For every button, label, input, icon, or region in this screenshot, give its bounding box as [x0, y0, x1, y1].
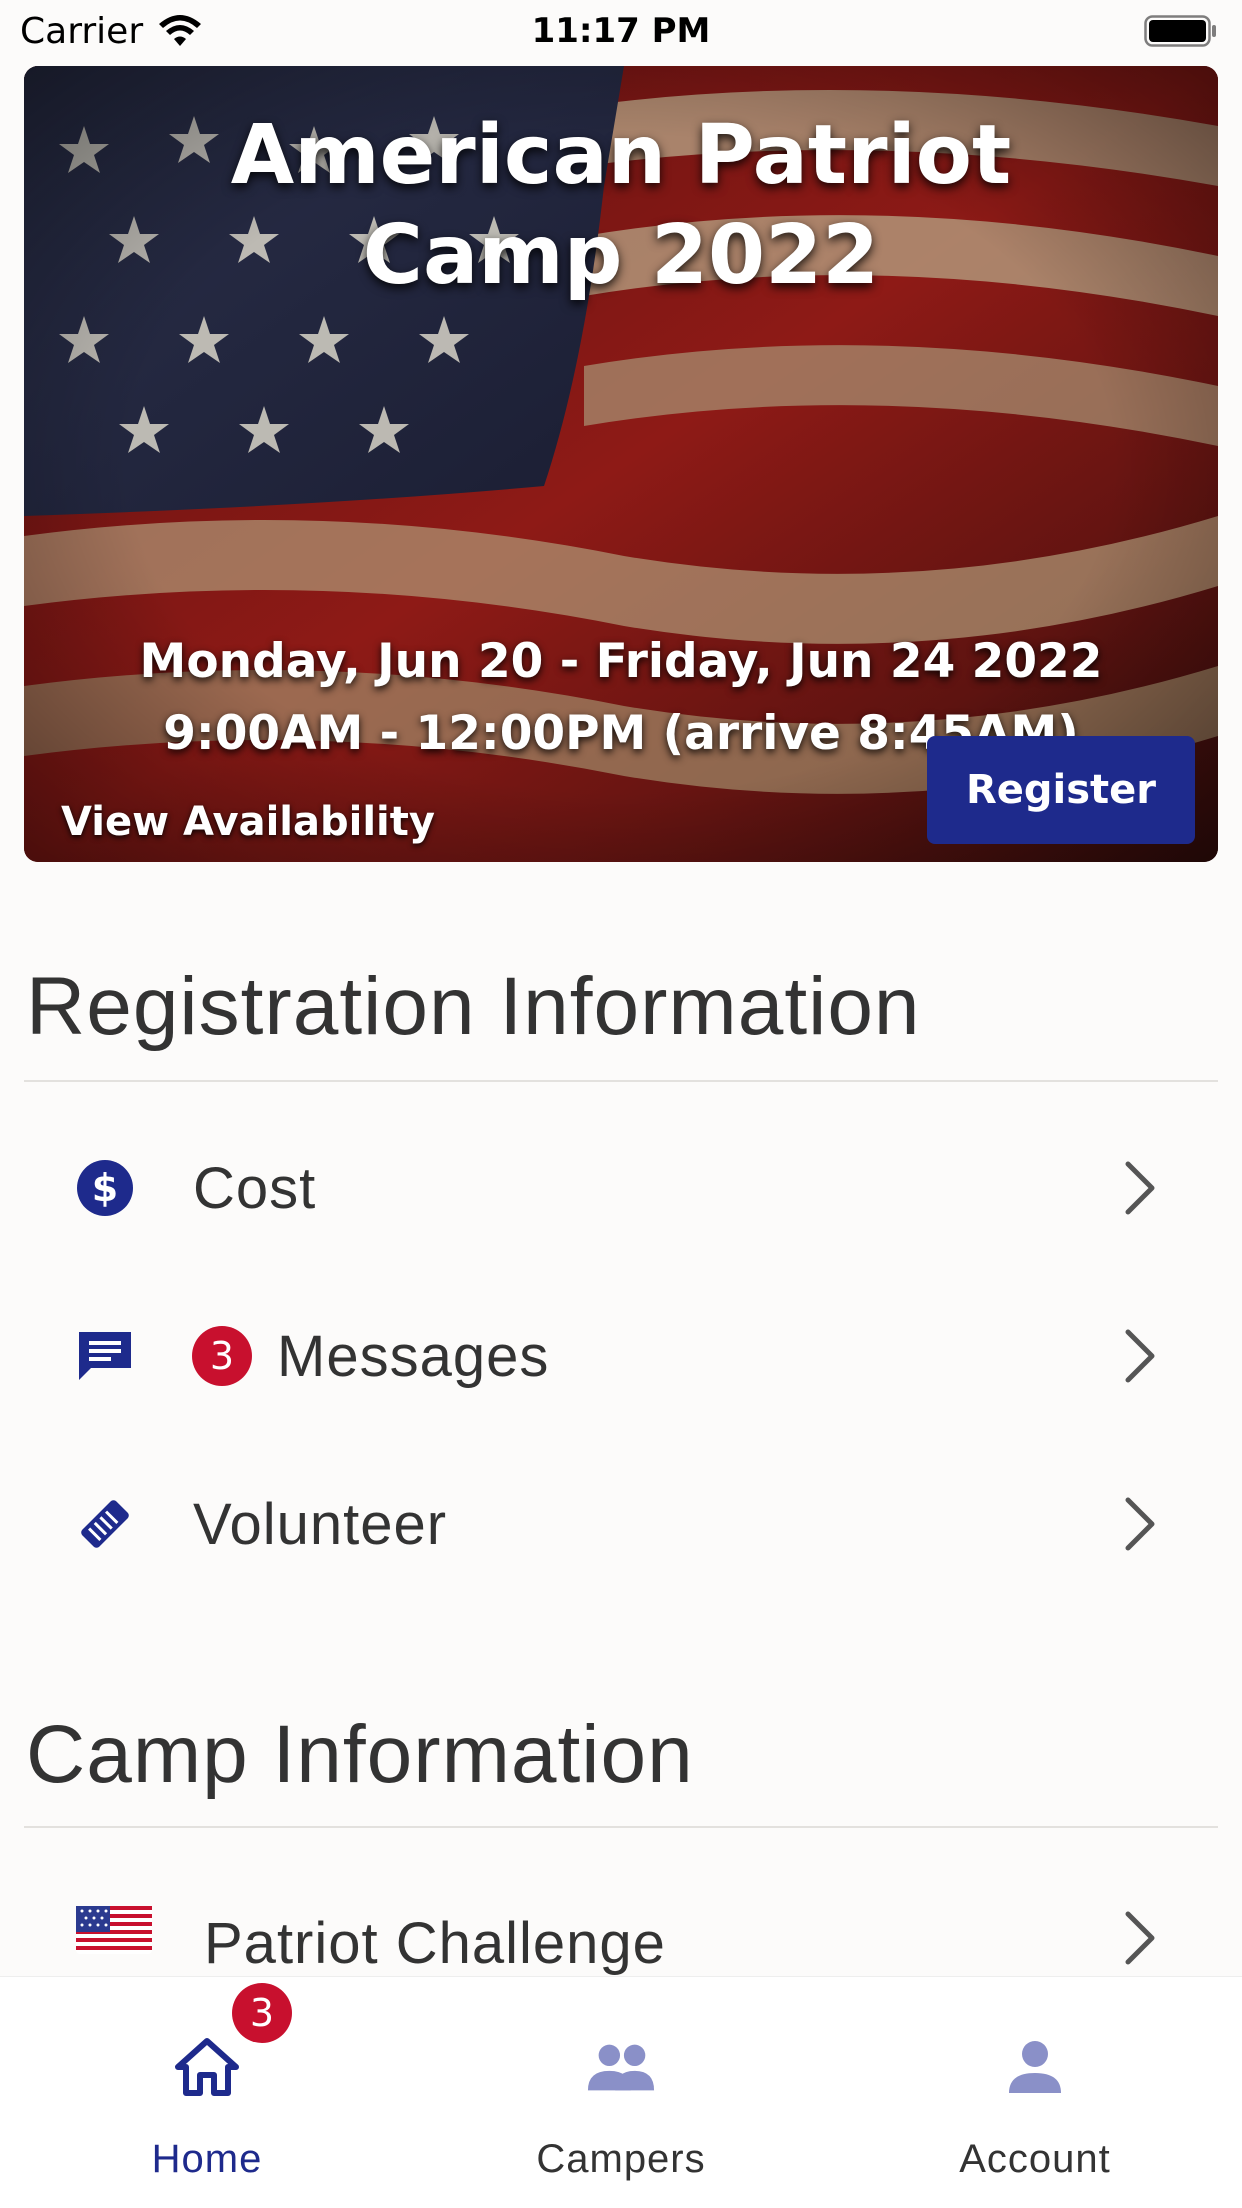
chevron-right-icon — [1125, 1161, 1155, 1215]
home-icon — [172, 2037, 242, 2097]
camp-hero-card: American Patriot Camp 2022 Monday, Jun 2… — [24, 66, 1218, 862]
view-availability-link[interactable]: View Availability — [61, 799, 435, 845]
tab-bar: 3 Home Campers Account — [0, 1976, 1242, 2208]
camp-section-title: Camp Information — [26, 1709, 694, 1800]
chevron-right-icon — [1125, 1329, 1155, 1383]
tab-label: Campers — [536, 2137, 706, 2181]
tab-account[interactable]: Account — [828, 1977, 1242, 2208]
list-item-label: Cost — [193, 1155, 317, 1221]
carrier-label: Carrier — [20, 10, 144, 52]
list-item-label: Messages — [277, 1323, 550, 1389]
message-icon — [74, 1325, 136, 1387]
list-item-patriot-challenge[interactable]: Patriot Challenge — [0, 1850, 1242, 1976]
divider — [24, 1080, 1218, 1082]
dollar-icon: $ — [74, 1157, 136, 1219]
list-item-volunteer[interactable]: Volunteer — [0, 1440, 1242, 1608]
people-icon — [586, 2037, 656, 2097]
tab-campers[interactable]: Campers — [414, 1977, 828, 2208]
register-button[interactable]: Register — [927, 736, 1195, 844]
svg-text:$: $ — [92, 1166, 118, 1210]
list-item-messages[interactable]: 3 Messages — [0, 1272, 1242, 1440]
tab-home[interactable]: 3 Home — [0, 1977, 414, 2208]
battery-icon — [1144, 15, 1218, 47]
chevron-right-icon — [1125, 1911, 1155, 1965]
list-item-label: Volunteer — [193, 1491, 448, 1557]
registration-section-title: Registration Information — [26, 961, 921, 1052]
camp-title: American Patriot Camp 2022 — [230, 108, 1012, 303]
list-item-label: Patriot Challenge — [204, 1911, 666, 1976]
status-bar: Carrier 11:17 PM — [0, 0, 1242, 62]
handshake-icon — [74, 1493, 136, 1555]
tab-label: Home — [151, 2137, 263, 2181]
wifi-icon — [157, 14, 203, 48]
divider — [24, 1826, 1218, 1828]
camp-dates: Monday, Jun 20 - Friday, Jun 24 2022 — [139, 634, 1103, 689]
us-flag-icon — [76, 1906, 152, 1954]
messages-badge: 3 — [192, 1326, 252, 1386]
tab-label: Account — [959, 2137, 1111, 2181]
person-icon — [1000, 2037, 1070, 2097]
status-left: Carrier — [20, 11, 203, 52]
list-item-cost[interactable]: $ Cost — [0, 1104, 1242, 1272]
home-badge: 3 — [232, 1983, 292, 2043]
chevron-right-icon — [1125, 1497, 1155, 1551]
